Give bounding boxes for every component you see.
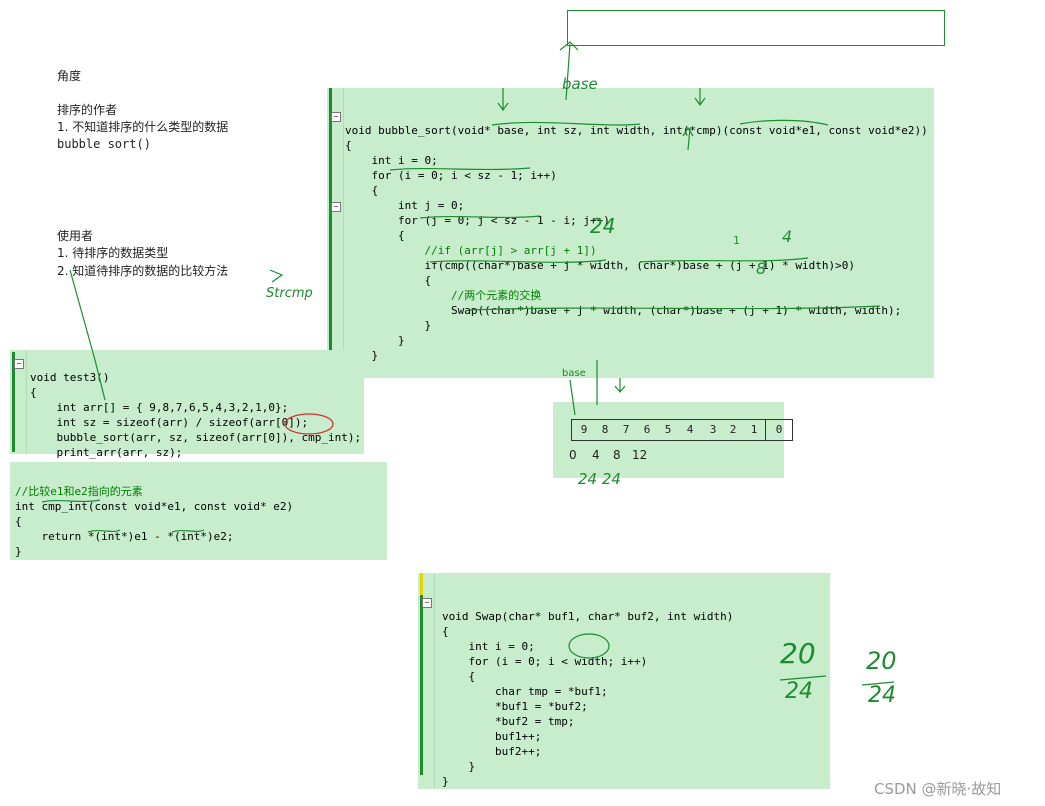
array-cell: 4 — [686, 423, 694, 436]
code-line: bubble_sort(arr, sz, sizeof(arr[0]), cmp… — [30, 431, 362, 444]
code-line: void Swap(char* buf1, char* buf2, int wi… — [442, 610, 734, 623]
code-line: int i = 0; — [345, 154, 438, 167]
code-line: } — [442, 760, 476, 773]
code-line: { — [30, 386, 37, 399]
handwritten-20: 20 — [780, 637, 816, 670]
offset-label: 0 — [569, 448, 577, 462]
fold-icon[interactable]: − — [14, 359, 24, 369]
note-user-item2: 2. 知道待排序的数据的比较方法 — [57, 264, 229, 278]
code-line: buf2++; — [442, 745, 542, 758]
csdn-watermark: CSDN @新晓·故知 — [874, 780, 1002, 798]
code-line: //比较e1和e2指向的元素 — [15, 485, 143, 498]
handwritten-20-right: 20 — [866, 647, 897, 675]
code-block: void bubble_sort(void* base, int sz, int… — [345, 108, 928, 363]
handwritten-24-24: 24 24 — [578, 470, 621, 488]
code-line: int j = 0; — [345, 199, 465, 212]
code-line: *buf1 = *buf2; — [442, 700, 588, 713]
note-author-title: 排序的作者 — [57, 103, 118, 117]
array-cell: 9 — [580, 423, 588, 436]
handwritten-strcmp: Strcmp — [266, 286, 313, 301]
array-cell: 0 — [765, 419, 792, 441]
code-line: } — [345, 319, 432, 332]
code-line: { — [442, 625, 449, 638]
array-cell: 8 — [601, 423, 609, 436]
handwritten-base: base — [562, 75, 598, 93]
array-cell: 5 — [664, 423, 672, 436]
code-line: char tmp = *buf1; — [442, 685, 608, 698]
code-line: } — [345, 334, 405, 347]
code-line: { — [345, 229, 405, 242]
code-line: for (i = 0; i < sz - 1; i++) — [345, 169, 557, 182]
offset-label: 12 — [632, 448, 648, 462]
code-line: print_arr(arr, sz); — [30, 446, 183, 459]
code-line: buf1++; — [442, 730, 542, 743]
code-line: int i = 0; — [442, 640, 535, 653]
code-line: void bubble_sort(void* base, int sz, int… — [345, 124, 928, 137]
array-cell: 7 — [622, 423, 630, 436]
code-line: } — [371, 349, 379, 362]
code-line: { — [345, 139, 352, 152]
array-cell: 6 — [643, 423, 651, 436]
code-block: //比较e1和e2指向的元素 int cmp_int(const void*e1,… — [15, 469, 293, 559]
handwritten-24-b: 24 — [785, 679, 813, 704]
code-line: if(cmp((char*)base + j * width, (char*)b… — [345, 259, 855, 272]
handwritten-4: 4 — [782, 227, 793, 246]
code-line: return *(int*)e1 - *(int*)e2; — [15, 530, 234, 543]
code-line: { — [345, 274, 432, 287]
cmp-int-panel: //比较e1和e2指向的元素 int cmp_int(const void*e1,… — [10, 462, 387, 560]
handwritten-base-small: base — [562, 368, 586, 379]
handwritten-1: 1 — [733, 234, 740, 247]
code-line: { — [345, 184, 379, 197]
offset-label: 8 — [613, 448, 621, 462]
note-user-item1: 1. 待排序的数据类型 — [57, 246, 169, 260]
code-line: Swap((char*)base + j * width, (char*)bas… — [345, 304, 902, 317]
change-bar — [420, 573, 423, 595]
code-line: void test3() — [30, 371, 110, 384]
code-line: { — [15, 515, 22, 528]
code-line: int sz = sizeof(arr) / sizeof(arr[0]); — [30, 416, 309, 429]
fold-icon[interactable]: − — [331, 202, 341, 212]
handwritten-24-right: 24 — [868, 683, 896, 708]
swap-panel: − void Swap(char* buf1, char* buf2, int … — [418, 573, 830, 789]
array-cell: 3 — [709, 423, 717, 436]
note-author-item2: bubble sort() — [57, 137, 151, 151]
code-line: for (i = 0; i < width; i++) — [442, 655, 648, 668]
code-block: void Swap(char* buf1, char* buf2, int wi… — [442, 594, 733, 789]
fold-icon[interactable]: − — [422, 598, 432, 608]
array-diagram-panel: 9 8 7 6 5 4 3 2 1 0 0 4 8 12 — [553, 402, 793, 478]
code-line: //if (arr[j] > arr[j + 1]) — [345, 244, 597, 257]
code-line: { — [442, 670, 476, 683]
code-block: void test3() { int arr[] = { 9,8,7,6,5,4,… — [30, 355, 361, 460]
code-line: } — [442, 775, 449, 788]
change-bar — [329, 88, 332, 350]
offset-label: 4 — [592, 448, 600, 462]
handwritten-8: 8 — [756, 259, 767, 278]
code-line: for (j = 0; j < sz - 1 - i; j++) — [345, 214, 610, 227]
handwritten-24: 24 — [590, 214, 616, 238]
code-line: //两个元素的交换 — [345, 289, 542, 302]
code-line: } — [15, 545, 22, 558]
change-bar — [420, 595, 423, 775]
note-angle: 角度 — [57, 69, 82, 83]
bubble-sort-panel: − − void bubble_sort(void* base, int sz,… — [327, 88, 934, 378]
code-line: int cmp_int(const void*e1, const void* e… — [15, 500, 294, 513]
empty-box — [567, 10, 945, 46]
code-line: int arr[] = { 9,8,7,6,5,4,3,2,1,0}; — [30, 401, 289, 414]
note-user-title: 使用者 — [57, 229, 94, 243]
fold-icon[interactable]: − — [331, 112, 341, 122]
test3-panel: − void test3() { int arr[] = { 9,8,7,6,5,… — [10, 350, 364, 459]
code-line: *buf2 = tmp; — [442, 715, 575, 728]
note-author-item1: 1. 不知道排序的什么类型的数据 — [57, 120, 229, 134]
array-cell: 1 — [750, 423, 758, 436]
array-cell: 2 — [729, 423, 737, 436]
